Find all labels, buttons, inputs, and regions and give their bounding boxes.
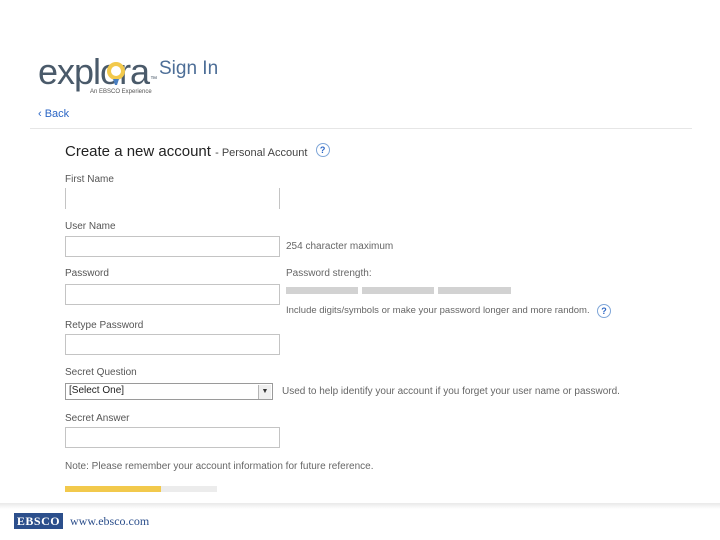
footer-url: www.ebsco.com xyxy=(70,514,150,528)
secret-answer-field[interactable] xyxy=(65,427,280,448)
secret-question-label: Secret Question xyxy=(65,367,137,378)
password-hint: Include digits/symbols or make your pass… xyxy=(286,305,590,316)
password-strength-segment xyxy=(362,287,434,294)
secret-question-hint: Used to help identify your account if yo… xyxy=(282,386,620,397)
password-label: Password xyxy=(65,268,109,279)
form-title-main: Create a new account xyxy=(65,143,211,160)
footer-divider xyxy=(0,503,720,509)
explora-logo: explora™ An EBSCO Experience xyxy=(38,52,157,98)
help-icon[interactable]: ? xyxy=(315,143,330,157)
user-name-label: User Name xyxy=(65,221,116,232)
password-strength-segment xyxy=(438,287,511,294)
retype-password-label: Retype Password xyxy=(65,320,144,331)
ebsco-logo: EBSCO xyxy=(14,513,63,529)
form-title: Create a new account - Personal Account … xyxy=(65,143,330,160)
user-name-hint: 254 character maximum xyxy=(286,241,394,252)
logo-trademark: ™ xyxy=(150,76,157,83)
form-note: Note: Please remember your account infor… xyxy=(65,461,374,472)
secret-answer-label: Secret Answer xyxy=(65,413,130,424)
first-name-label: First Name xyxy=(65,174,114,185)
dropdown-arrow-icon[interactable]: ▼ xyxy=(258,385,271,399)
form-title-subtitle: - Personal Account xyxy=(215,147,308,159)
logo-tagline: An EBSCO Experience xyxy=(90,89,152,95)
retype-password-field[interactable] xyxy=(65,334,280,355)
user-name-field[interactable] xyxy=(65,236,280,257)
secret-question-select[interactable]: [Select One] ▼ xyxy=(65,383,273,400)
form-progress-fill xyxy=(65,486,161,492)
explora-logo-wordmark: explora™ xyxy=(38,51,157,92)
first-name-field[interactable] xyxy=(65,188,280,209)
back-link[interactable]: ‹ Back xyxy=(38,108,69,120)
logo-text: explora xyxy=(38,51,150,92)
secret-question-value: [Select One] xyxy=(69,385,125,396)
header-divider xyxy=(30,128,692,129)
help-icon[interactable]: ? xyxy=(597,304,611,318)
lightbulb-icon xyxy=(107,62,125,85)
form-progress-bar xyxy=(65,486,217,492)
password-strength-segment xyxy=(286,287,358,294)
page-title: Sign In xyxy=(159,58,219,79)
password-strength-label: Password strength: xyxy=(286,268,372,279)
password-field[interactable] xyxy=(65,284,280,305)
